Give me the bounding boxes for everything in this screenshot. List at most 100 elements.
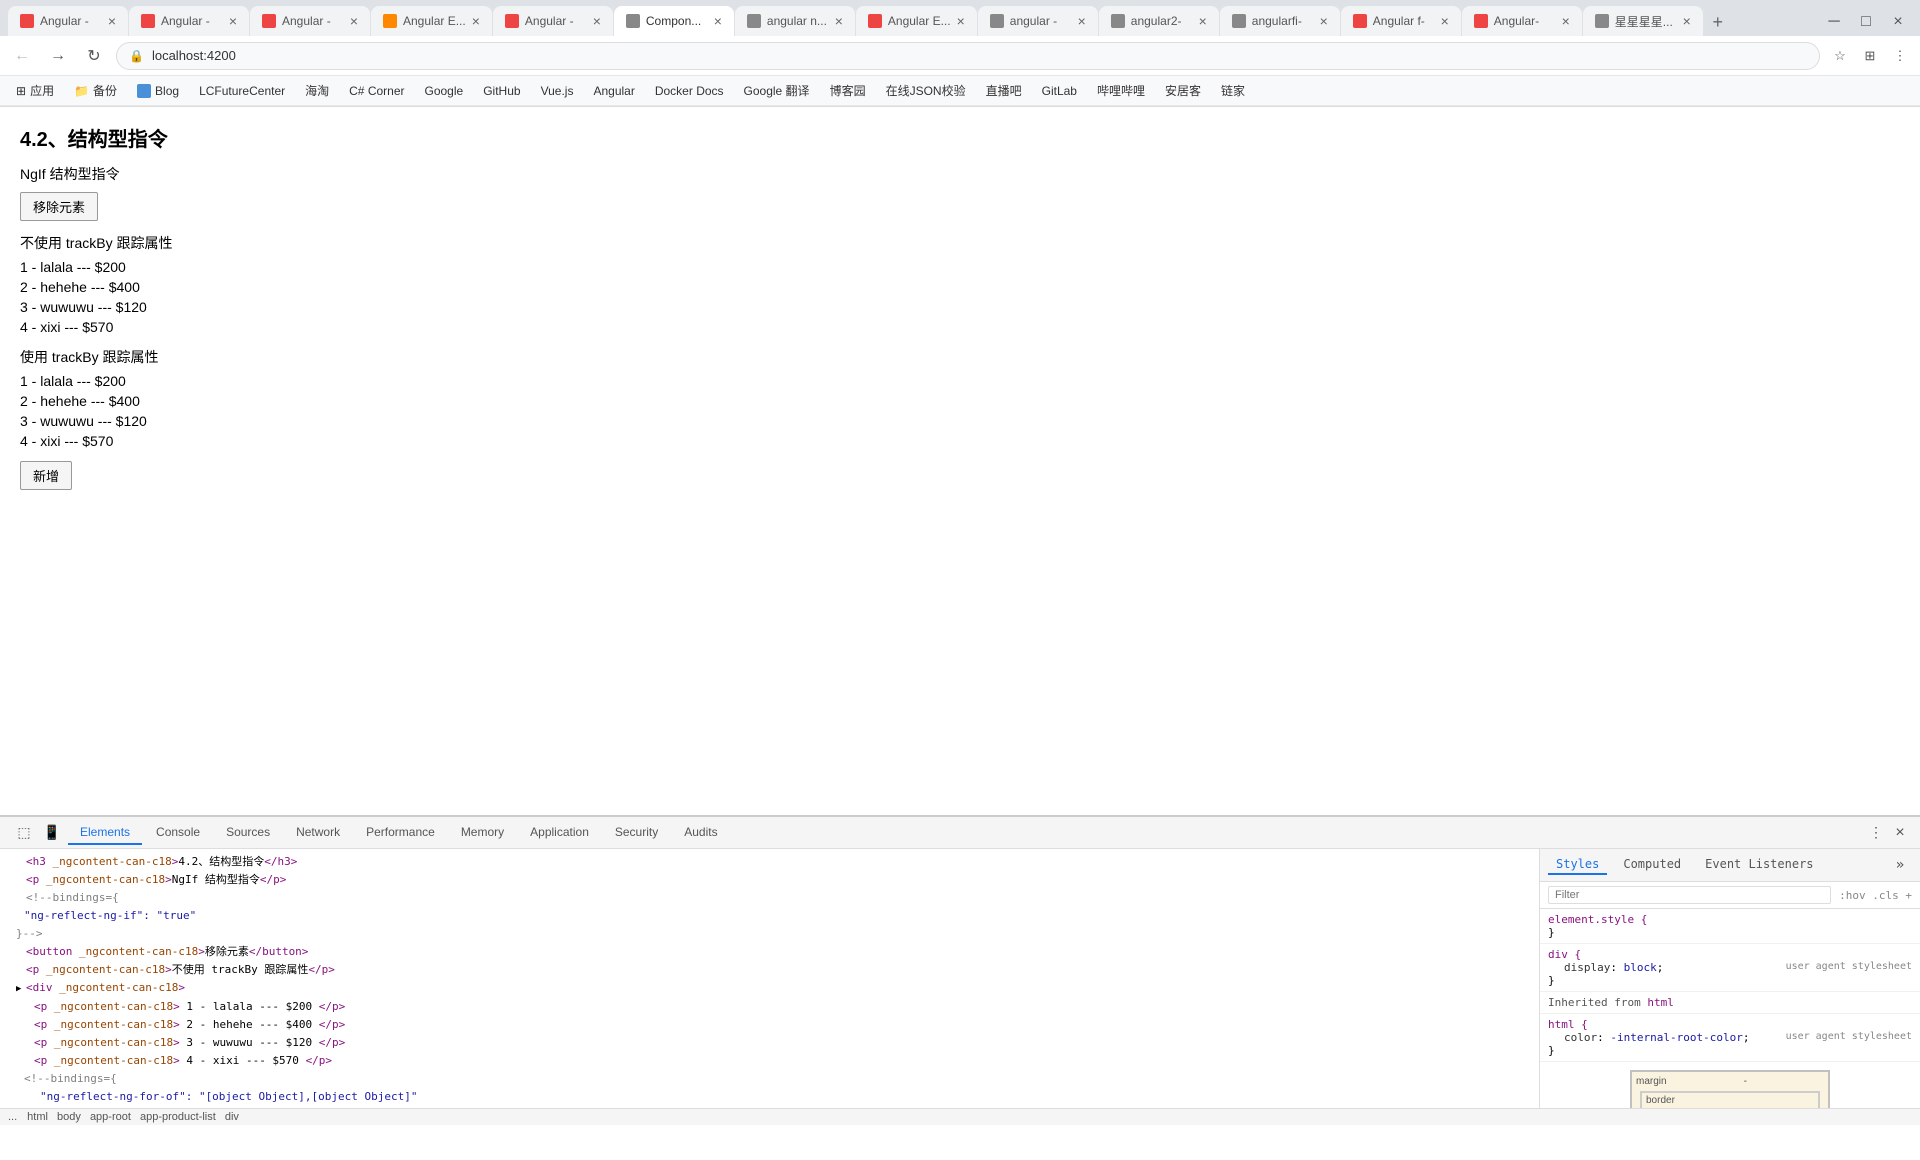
tab-close-3[interactable]: ×	[350, 13, 358, 29]
inspect-element-icon[interactable]: ⬚	[12, 821, 36, 845]
styles-filter-input[interactable]	[1548, 886, 1831, 904]
bookmark-docker[interactable]: Docker Docs	[647, 80, 732, 102]
bookmark-anjuke[interactable]: 安居客	[1157, 80, 1209, 102]
devtools-more-icon[interactable]: ⋮	[1864, 821, 1888, 845]
close-window-button[interactable]: ×	[1884, 8, 1912, 36]
tab-5[interactable]: Angular - ×	[493, 6, 613, 36]
extensions-icon[interactable]: ⊞	[1858, 44, 1882, 68]
device-toolbar-icon[interactable]: 📱	[40, 821, 64, 845]
code-line-12[interactable]: <p _ngcontent-can-c18> 4 - xixi --- $570…	[0, 1052, 1539, 1070]
tab-label-2: Angular -	[161, 14, 210, 28]
styles-tab-styles[interactable]: Styles	[1548, 855, 1607, 875]
breadcrumb-body[interactable]: body	[55, 1111, 83, 1123]
bookmark-json[interactable]: 在线JSON校验	[878, 80, 974, 102]
tab-network[interactable]: Network	[284, 821, 352, 845]
tab-8[interactable]: Angular E... ×	[856, 6, 977, 36]
tab-close-12[interactable]: ×	[1441, 13, 1449, 29]
tab-security[interactable]: Security	[603, 821, 670, 845]
tab-memory[interactable]: Memory	[449, 821, 516, 845]
tab-close-13[interactable]: ×	[1562, 13, 1570, 29]
bookmark-apps[interactable]: ⊞ 应用	[8, 80, 62, 102]
code-line-9[interactable]: <p _ngcontent-can-c18> 1 - lalala --- $2…	[0, 998, 1539, 1016]
maximize-button[interactable]: □	[1852, 8, 1880, 36]
tab-close-7[interactable]: ×	[835, 13, 843, 29]
tab-3[interactable]: Angular - ×	[250, 6, 370, 36]
tab-close-5[interactable]: ×	[593, 13, 601, 29]
tab-6[interactable]: Compon... ×	[614, 6, 734, 36]
bookmark-blog[interactable]: Blog	[129, 80, 187, 102]
bookmark-gitlab[interactable]: GitLab	[1034, 80, 1085, 102]
tab-performance[interactable]: Performance	[354, 821, 447, 845]
tab-1[interactable]: Angular - ×	[8, 6, 128, 36]
bookmark-lianjia[interactable]: 链家	[1213, 80, 1253, 102]
tab-console[interactable]: Console	[144, 821, 212, 845]
bookmark-live[interactable]: 直播吧	[978, 80, 1030, 102]
remove-button[interactable]: 移除元素	[20, 192, 98, 221]
code-line-3[interactable]: <!--bindings={	[0, 889, 1539, 907]
code-line-6[interactable]: <button _ngcontent-can-c18>移除元素</button>	[0, 943, 1539, 961]
bookmark-backup[interactable]: 📁 备份	[66, 80, 125, 102]
tab-11[interactable]: angularfi- ×	[1220, 6, 1340, 36]
breadcrumb-html[interactable]: html	[25, 1111, 50, 1123]
tab-12[interactable]: Angular f- ×	[1341, 6, 1461, 36]
tab-close-6[interactable]: ×	[714, 13, 722, 29]
minimize-button[interactable]: ─	[1820, 8, 1848, 36]
tab-10[interactable]: angular2- ×	[1099, 6, 1219, 36]
code-line-10[interactable]: <p _ngcontent-can-c18> 2 - hehehe --- $4…	[0, 1016, 1539, 1034]
address-bar[interactable]: 🔒 localhost:4200	[116, 42, 1820, 70]
bookmark-github[interactable]: GitHub	[475, 80, 528, 102]
tab-close-11[interactable]: ×	[1320, 13, 1328, 29]
tab-9[interactable]: angular - ×	[978, 6, 1098, 36]
menu-icon[interactable]: ⋮	[1888, 44, 1912, 68]
tab-close-2[interactable]: ×	[229, 13, 237, 29]
bookmark-lcfuture[interactable]: LCFutureCenter	[191, 80, 293, 102]
code-line-2[interactable]: <p _ngcontent-can-c18>NgIf 结构型指令</p>	[0, 871, 1539, 889]
breadcrumb-app-root[interactable]: app-root	[88, 1111, 133, 1123]
add-button[interactable]: 新增	[20, 461, 72, 490]
list-item-1-2: 2 - hehehe --- $400	[20, 279, 1900, 295]
tab-application[interactable]: Application	[518, 821, 601, 845]
style-rule-div: div { display: block; user agent stylesh…	[1540, 944, 1920, 992]
tab-close-14[interactable]: ×	[1683, 13, 1691, 29]
bookmark-corner[interactable]: C# Corner	[341, 80, 412, 102]
code-line-1[interactable]: <h3 _ngcontent-can-c18>4.2、结构型指令</h3>	[0, 853, 1539, 871]
tab-sources[interactable]: Sources	[214, 821, 282, 845]
breadcrumb-app-product-list[interactable]: app-product-list	[138, 1111, 218, 1123]
code-line-13[interactable]: <!--bindings={	[0, 1070, 1539, 1088]
tab-13[interactable]: Angular- ×	[1462, 6, 1582, 36]
bookmark-haitao[interactable]: 海淘	[297, 80, 337, 102]
code-line-14[interactable]: "ng-reflect-ng-for-of": "[object Object]…	[0, 1088, 1539, 1106]
tab-close-9[interactable]: ×	[1078, 13, 1086, 29]
tab-close-10[interactable]: ×	[1199, 13, 1207, 29]
styles-more-icon[interactable]: »	[1888, 853, 1912, 877]
tab-2[interactable]: Angular - ×	[129, 6, 249, 36]
code-line-7[interactable]: <p _ngcontent-can-c18>不使用 trackBy 跟踪属性</…	[0, 961, 1539, 979]
bookmark-bilibili[interactable]: 哔哩哔哩	[1089, 80, 1153, 102]
code-line-11[interactable]: <p _ngcontent-can-c18> 3 - wuwuwu --- $1…	[0, 1034, 1539, 1052]
bookmark-angular[interactable]: Angular	[585, 80, 642, 102]
code-line-4[interactable]: "ng-reflect-ng-if": "true"	[0, 907, 1539, 925]
code-line-5[interactable]: }-->	[0, 925, 1539, 943]
devtools-close-button[interactable]: ×	[1888, 821, 1912, 845]
reload-button[interactable]: ↻	[80, 42, 108, 70]
back-button[interactable]: ←	[8, 42, 36, 70]
bookmark-vuejs[interactable]: Vue.js	[533, 80, 582, 102]
code-line-8[interactable]: ▶<div _ngcontent-can-c18>	[0, 979, 1539, 998]
styles-tab-event-listeners[interactable]: Event Listeners	[1697, 855, 1821, 875]
bookmark-cnblogs[interactable]: 博客园	[822, 80, 874, 102]
bookmark-star-icon[interactable]: ☆	[1828, 44, 1852, 68]
tab-elements[interactable]: Elements	[68, 821, 142, 845]
styles-tab-computed[interactable]: Computed	[1615, 855, 1689, 875]
tab-audits[interactable]: Audits	[672, 821, 729, 845]
tab-14[interactable]: 星星星星... ×	[1583, 6, 1703, 36]
tab-close-8[interactable]: ×	[957, 13, 965, 29]
tab-4[interactable]: Angular E... ×	[371, 6, 492, 36]
tab-close-4[interactable]: ×	[472, 13, 480, 29]
bookmark-google[interactable]: Google	[417, 80, 472, 102]
bookmark-translate[interactable]: Google 翻译	[736, 80, 818, 102]
breadcrumb-div[interactable]: div	[223, 1111, 241, 1123]
tab-7[interactable]: angular n... ×	[735, 6, 855, 36]
tab-add-button[interactable]: +	[1704, 8, 1732, 36]
tab-close-1[interactable]: ×	[108, 13, 116, 29]
forward-button[interactable]: →	[44, 42, 72, 70]
